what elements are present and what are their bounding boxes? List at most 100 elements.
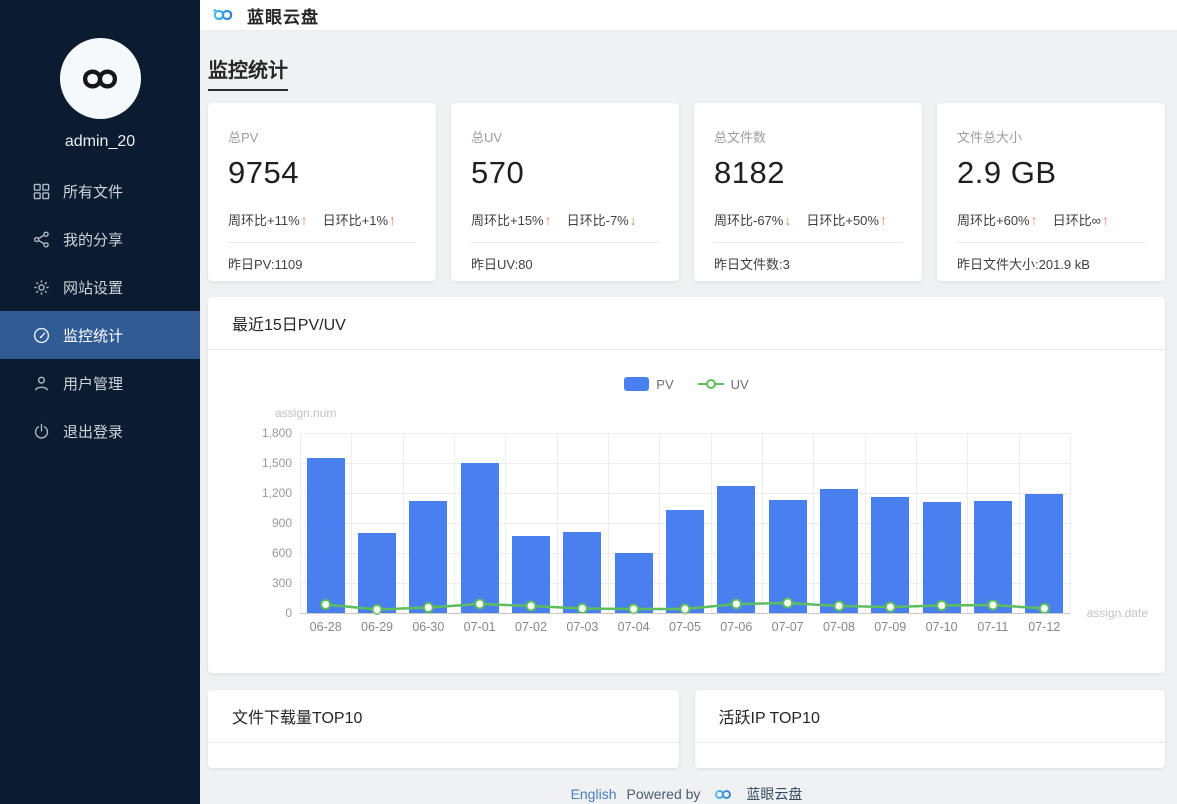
stat-card-trends: 周环比+60%↑日环比∞↑ <box>957 210 1145 229</box>
y-tick-label: 0 <box>208 605 292 621</box>
trend-item: 日环比+1%↑ <box>323 210 396 229</box>
uv-data-point <box>321 600 330 609</box>
trend-item: 日环比-7%↓ <box>567 210 637 229</box>
stat-card-label: 总UV <box>471 127 659 146</box>
gauge-icon <box>33 327 50 344</box>
files-grid-icon <box>33 183 50 200</box>
stat-card-footer: 昨日文件数:3 <box>714 243 902 284</box>
x-tick-label: 06-28 <box>300 620 351 634</box>
stat-card-label: 总PV <box>228 127 416 146</box>
x-tick-label: 06-30 <box>403 620 454 634</box>
chart-legend: PV UV <box>208 376 1165 392</box>
stat-card-footer: 昨日文件大小:201.9 kB <box>957 243 1145 284</box>
x-tick-label: 07-09 <box>865 620 916 634</box>
x-tick-label: 07-01 <box>454 620 505 634</box>
stats-row: 总PV 9754 周环比+11%↑ 日环比+1%↑ 昨日PV:1109 总UV 570 周环比… <box>208 103 1165 281</box>
stat-card-3: 文件总大小2.9 GB周环比+60%↑日环比∞↑昨日文件大小:201.9 kB <box>937 103 1165 281</box>
x-tick-label: 07-03 <box>557 620 608 634</box>
y-tick-label: 1,800 <box>208 425 292 441</box>
username: admin_20 <box>65 133 135 151</box>
main-area: 蓝眼云盘 监控统计 总PV 9754 周环比+11%↑ 日环比+1%↑ 昨日PV:110… <box>200 0 1177 804</box>
sidebar-item-monitor-stats[interactable]: 监控统计 <box>0 311 200 359</box>
uv-data-point <box>989 601 998 610</box>
y-tick-label: 1,500 <box>208 455 292 471</box>
sidebar-item-all-files[interactable]: 所有文件 <box>0 167 200 215</box>
power-icon <box>33 423 50 440</box>
y-axis-name: assign.num <box>275 406 336 420</box>
pv-uv-chart: assign.num assign.date 06-2806-2906-3007… <box>208 402 1165 652</box>
x-axis-labels: 06-2806-2906-3007-0107-0207-0307-0407-05… <box>300 620 1070 634</box>
bottom-card-title: 文件下载量TOP10 <box>208 690 679 743</box>
stat-card-value: 8182 <box>714 155 902 191</box>
page-title: 监控统计 <box>208 54 288 91</box>
sidebar-item-my-shares[interactable]: 我的分享 <box>0 215 200 263</box>
stat-card-footer: 昨日PV:1109 <box>228 243 416 284</box>
x-tick-label: 07-02 <box>505 620 556 634</box>
trend-item: 周环比+11%↑ <box>228 210 308 229</box>
sidebar: admin_20 所有文件我的分享网站设置监控统计用户管理退出登录 <box>0 0 200 804</box>
sidebar-item-logout[interactable]: 退出登录 <box>0 407 200 455</box>
legend-item-uv[interactable]: UV <box>698 377 749 392</box>
y-tick-label: 600 <box>208 545 292 561</box>
brand-name: 蓝眼云盘 <box>247 3 319 28</box>
stat-card-2: 总文件数8182周环比-67%↓日环比+50%↑昨日文件数:3 <box>694 103 922 281</box>
x-tick-label: 07-06 <box>711 620 762 634</box>
chart-card: 最近15日PV/UV PV UV assign.num assign.date 0… <box>208 297 1165 673</box>
trend-item: 周环比+15%↑ <box>471 210 552 229</box>
uv-data-point <box>475 600 484 609</box>
trend-up-arrow-icon: ↑ <box>880 212 887 228</box>
x-tick-label: 07-08 <box>813 620 864 634</box>
brand-logo-icon <box>208 6 238 24</box>
uv-data-point <box>835 602 844 611</box>
sidebar-item-label: 网站设置 <box>63 277 123 298</box>
x-tick-label: 07-10 <box>916 620 967 634</box>
trend-up-arrow-icon: ↑ <box>545 212 552 228</box>
legend-item-pv[interactable]: PV <box>624 377 673 392</box>
trend-down-arrow-icon: ↓ <box>784 212 791 228</box>
chart-plot-area <box>300 433 1070 613</box>
v-gridline <box>1070 433 1071 613</box>
x-tick-label: 07-07 <box>762 620 813 634</box>
avatar <box>60 38 141 119</box>
y-tick-label: 900 <box>208 515 292 531</box>
chart-card-title: 最近15日PV/UV <box>208 297 1165 350</box>
trend-item: 日环比+50%↑ <box>806 210 887 229</box>
y-tick-label: 300 <box>208 575 292 591</box>
sidebar-item-label: 我的分享 <box>63 229 123 250</box>
trend-up-arrow-icon: ↑ <box>1031 212 1038 228</box>
trend-item: 周环比-67%↓ <box>714 210 791 229</box>
sidebar-menu: 所有文件我的分享网站设置监控统计用户管理退出登录 <box>0 167 200 455</box>
uv-data-point <box>937 601 946 610</box>
content: 监控统计 总PV 9754 周环比+11%↑ 日环比+1%↑ 昨日PV:1109 总UV 5… <box>200 31 1177 804</box>
stat-card-1: 总UV570周环比+15%↑日环比-7%↓昨日UV:80 <box>451 103 679 281</box>
trend-up-arrow-icon: ↑ <box>301 212 308 228</box>
language-link[interactable]: English <box>571 786 617 802</box>
x-tick-label: 07-04 <box>608 620 659 634</box>
trend-item: 周环比+60%↑ <box>957 210 1038 229</box>
uv-data-point <box>732 600 741 609</box>
sidebar-item-label: 用户管理 <box>63 373 123 394</box>
x-axis-line <box>300 613 1070 614</box>
legend-label: UV <box>731 377 749 392</box>
bottom-cards-row: 文件下载量TOP10 活跃IP TOP10 <box>208 690 1165 768</box>
share-icon <box>33 231 50 248</box>
sidebar-item-site-settings[interactable]: 网站设置 <box>0 263 200 311</box>
bottom-card-0: 文件下载量TOP10 <box>208 690 679 768</box>
legend-bar-swatch-icon <box>624 377 649 391</box>
x-axis-name: assign.date <box>1087 606 1148 620</box>
uv-data-point <box>527 602 536 611</box>
stat-card-trends: 周环比+11%↑ 日环比+1%↑ <box>228 210 416 229</box>
x-tick-label: 07-05 <box>659 620 710 634</box>
bottom-card-title: 活跃IP TOP10 <box>695 690 1166 743</box>
stat-card-value: 9754 <box>228 155 416 191</box>
uv-data-point <box>783 599 792 608</box>
brand[interactable]: 蓝眼云盘 <box>208 3 319 28</box>
legend-label: PV <box>656 377 673 392</box>
uv-data-point <box>1040 604 1049 613</box>
stat-card-value: 570 <box>471 155 659 191</box>
y-tick-label: 1,200 <box>208 485 292 501</box>
footer-brand-link[interactable]: 蓝眼云盘 <box>746 784 802 804</box>
sidebar-item-user-management[interactable]: 用户管理 <box>0 359 200 407</box>
sidebar-profile: admin_20 <box>0 0 200 151</box>
trend-down-arrow-icon: ↓ <box>630 212 637 228</box>
